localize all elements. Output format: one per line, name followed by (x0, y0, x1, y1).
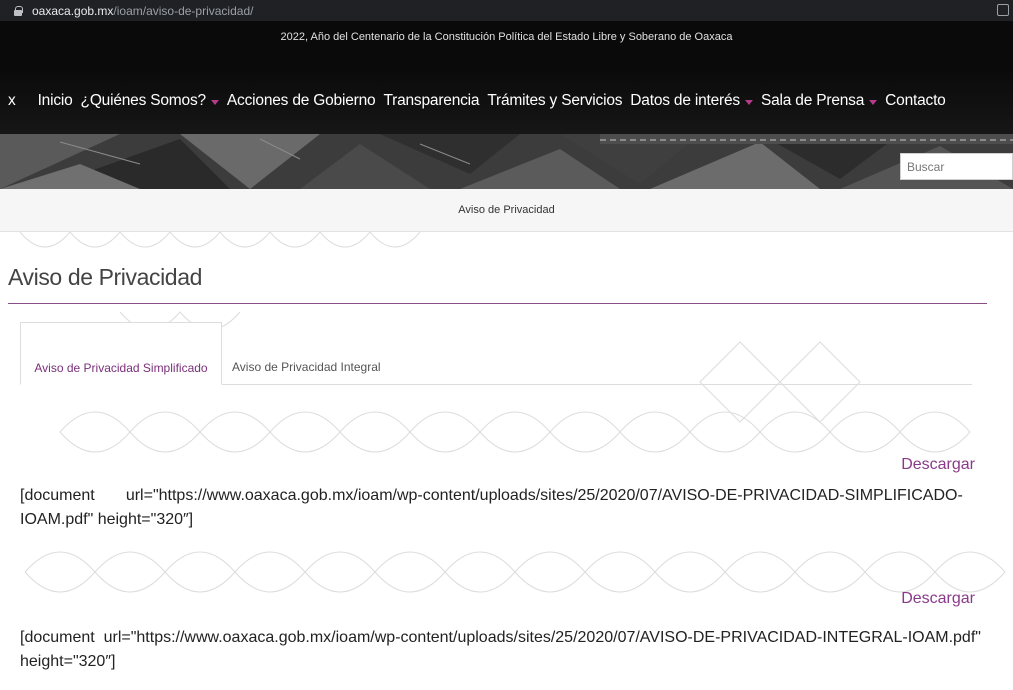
nav-item-acciones-de-gobierno[interactable]: Acciones de Gobierno (227, 92, 376, 110)
nav-item-label: ¿Quiénes Somos? (80, 92, 207, 109)
download-link-simplificado[interactable]: Descargar (901, 456, 975, 474)
nav-item-datos-de-interes[interactable]: Datos de interés (630, 92, 753, 110)
url-host: oaxaca.gob.mx (32, 3, 114, 18)
nav-item-label: Contacto (885, 92, 946, 109)
geometric-pattern (0, 134, 1013, 189)
document-shortcode-simplificado: [document url="https://www.oaxaca.gob.mx… (20, 484, 980, 532)
nav-item-contacto[interactable]: Contacto (885, 92, 946, 110)
nav-item-label: Inicio (37, 92, 73, 109)
shortcode-line: height="320″] (20, 653, 116, 670)
nav-item-transparencia[interactable]: Transparencia (383, 92, 479, 110)
shortcode-line: IOAM.pdf" height="320″] (20, 511, 194, 528)
announcement-text: 2022, Año del Centenario de la Constituc… (280, 31, 733, 43)
document-shortcode-integral: [document url="https://www.oaxaca.gob.mx… (20, 626, 981, 674)
address-bar[interactable]: oaxaca.gob.mx/ioam/aviso-de-privacidad/ (0, 0, 1013, 21)
nav-item-quienes-somos[interactable]: ¿Quiénes Somos? (81, 92, 219, 110)
nav-item-inicio[interactable]: Inicio (38, 92, 73, 110)
nav-item-label: Transparencia (383, 92, 480, 109)
caret-down-icon (744, 99, 753, 105)
title-divider (8, 303, 987, 304)
tab-aviso-integral[interactable]: Aviso de Privacidad Integral (222, 322, 402, 385)
breadcrumb: Aviso de Privacidad (458, 204, 555, 216)
nav-item-tramites-y-servicios[interactable]: Trámites y Servicios (487, 92, 622, 110)
nav-item-label: Datos de interés (630, 92, 740, 109)
caret-down-icon (869, 99, 878, 105)
lock-icon (14, 5, 23, 16)
background-ornament (19, 232, 1006, 593)
nav-item-sala-de-prensa[interactable]: Sala de Prensa (760, 92, 878, 110)
caret-down-icon (210, 99, 219, 105)
shortcode-line: [document url="https://www.oaxaca.gob.mx… (20, 629, 981, 646)
breadcrumb-bar: Aviso de Privacidad (0, 189, 1013, 232)
tab-aviso-simplificado[interactable]: Aviso de Privacidad Simplificado (20, 322, 222, 385)
main-nav: x Inicio ¿Quiénes Somos? Acciones de Gob… (0, 72, 1013, 134)
nav-item-label: Sala de Prensa (760, 92, 865, 109)
nav-item-label: Acciones de Gobierno (226, 92, 376, 109)
nav-item-partial[interactable]: x (8, 92, 16, 110)
shortcode-line: [document url="https://www.oaxaca.gob.mx… (20, 487, 963, 504)
search-input[interactable]: Buscar (900, 153, 1013, 180)
nav-item-label: x (8, 92, 16, 109)
header-banner: Buscar (0, 134, 1013, 189)
url-path: /ioam/aviso-de-privacidad/ (113, 3, 254, 18)
nav-item-label: Trámites y Servicios (487, 92, 623, 109)
share-icon[interactable] (997, 4, 1009, 16)
download-link-integral[interactable]: Descargar (901, 590, 975, 608)
announcement-bar: 2022, Año del Centenario de la Constituc… (0, 21, 1013, 72)
page-title: Aviso de Privacidad (8, 264, 202, 290)
